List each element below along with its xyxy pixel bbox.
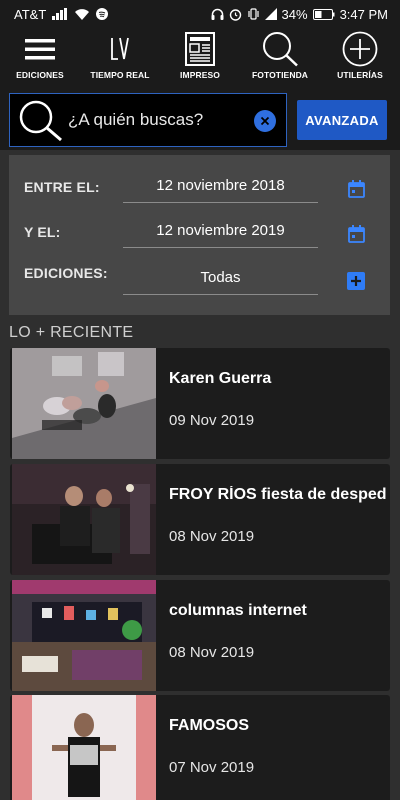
from-date-field[interactable]: 12 noviembre 2018 [123,177,318,203]
news-card[interactable]: FAMOSOS 07 Nov 2019 [10,695,390,800]
vibrate-icon [247,8,260,20]
from-label: ENTRE EL: [24,179,100,195]
signal-icon [52,8,68,20]
plus-icon [347,272,365,290]
battery-percent: 34% [281,6,308,22]
search-bar-row: ¿A quién buscas? AVANZADA [0,84,400,150]
headphones-icon [211,8,224,20]
magnifier-icon [10,98,70,142]
news-card[interactable]: Karen Guerra 09 Nov 2019 [10,348,390,459]
nav-label-ediciones: EDICIONES [16,70,64,80]
nav-ediciones[interactable]: EDICIONES [1,28,79,84]
news-date: 07 Nov 2019 [169,759,255,776]
close-icon [260,116,270,126]
newspaper-icon [185,30,215,68]
news-title: Karen Guerra [169,370,272,387]
search-placeholder: ¿A quién buscas? [68,110,204,129]
nav-label-impreso: IMPRESO [180,70,220,80]
news-card[interactable]: columnas internet 08 Nov 2019 [10,580,390,691]
alarm-icon [229,8,242,21]
filter-to-row: Y EL: 12 noviembre 2019 [9,212,390,252]
filter-from-row: ENTRE EL: 12 noviembre 2018 [9,167,390,207]
nav-label-utilerias: UTILERÍAS [337,70,383,80]
news-date: 09 Nov 2019 [169,412,255,429]
clear-search-button[interactable] [254,110,276,132]
top-navigation: EDICIONES TIEMPO REAL IMPRESO FOTOTIENDA… [0,28,400,84]
news-title: FAMOSOS [169,717,250,734]
plus-circle-icon [342,30,378,68]
news-card[interactable]: FROY RÍOS fiesta de despedida 08 Nov 201… [10,464,390,575]
news-thumbnail [12,348,156,459]
spotify-icon [96,8,109,20]
carrier-name: AT&T [14,6,47,22]
section-title: LO + RECIENTE [9,324,134,341]
news-title: FROY RÍOS fiesta de despedida [169,486,387,503]
filter-editions-row: EDICIONES: Todas [9,259,390,299]
wifi-icon [74,8,90,20]
to-label: Y EL: [24,224,61,240]
nav-label-tiempo-real: TIEMPO REAL [90,70,150,80]
news-date: 08 Nov 2019 [169,528,255,545]
search-input[interactable]: ¿A quién buscas? [9,93,287,147]
filters-panel: ENTRE EL: 12 noviembre 2018 Y EL: 12 nov… [9,155,390,315]
news-date: 08 Nov 2019 [169,644,255,661]
editions-select[interactable]: Todas [123,269,318,295]
nav-tiempo-real[interactable]: TIEMPO REAL [81,28,159,84]
battery-icon [312,8,335,20]
news-thumbnail [12,580,156,691]
lv-logo-icon [110,30,130,68]
status-bar: AT&T 34% 3:47 PM [0,0,400,28]
calendar-icon[interactable] [345,223,367,245]
hamburger-menu-icon [25,30,55,68]
search-icon [261,30,299,68]
clock: 3:47 PM [339,6,388,22]
news-thumbnail [12,695,156,800]
sim-signal-icon [264,8,277,20]
nav-fototienda[interactable]: FOTOTIENDA [241,28,319,84]
editions-label: EDICIONES: [24,265,108,281]
add-edition-button[interactable] [345,270,367,292]
nav-impreso[interactable]: IMPRESO [161,28,239,84]
advanced-search-button[interactable]: AVANZADA [297,100,387,140]
calendar-icon[interactable] [345,178,367,200]
news-title: columnas internet [169,602,307,619]
nav-label-fototienda: FOTOTIENDA [251,70,309,80]
to-date-field[interactable]: 12 noviembre 2019 [123,222,318,248]
nav-utilerias[interactable]: UTILERÍAS [321,28,399,84]
news-thumbnail [12,464,156,575]
